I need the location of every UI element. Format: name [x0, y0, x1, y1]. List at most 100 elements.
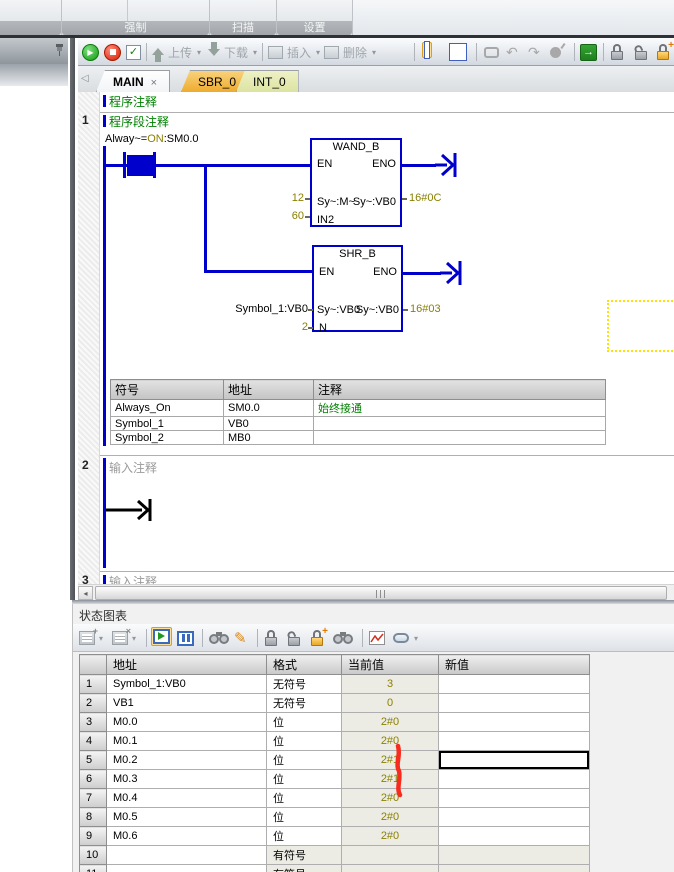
- status-cell-new[interactable]: [439, 732, 590, 751]
- status-cell-new[interactable]: [439, 751, 590, 770]
- format-header[interactable]: 格式: [267, 655, 342, 675]
- status-cell-fmt[interactable]: 位: [267, 732, 342, 751]
- symbol-cell-symbol[interactable]: Symbol_1: [111, 417, 224, 431]
- chart-status-on-button[interactable]: [151, 626, 172, 646]
- delete-row-button[interactable]: × ▾: [112, 628, 136, 648]
- insert-row-button[interactable]: + ▾: [79, 628, 103, 648]
- ladder-editor[interactable]: 程序注释 1 程序段注释 Alway~=ON:SM0.0 WAND_B EN E…: [78, 92, 674, 584]
- insert-row-dropdown-icon[interactable]: ▾: [99, 634, 103, 643]
- symbol-cell-address[interactable]: VB0: [224, 417, 314, 431]
- status-cell-fmt[interactable]: 位: [267, 789, 342, 808]
- status-cell-addr[interactable]: M0.0: [107, 713, 267, 732]
- ribbon-group-settings-label[interactable]: 设置: [277, 21, 352, 35]
- status-cell-addr[interactable]: [107, 865, 267, 872]
- network2-comment[interactable]: 输入注释: [109, 459, 157, 476]
- ribbon-group-status-label[interactable]: 态: [0, 21, 61, 35]
- delete-row-dropdown-icon[interactable]: ▾: [132, 634, 136, 643]
- status-cell-addr[interactable]: Symbol_1:VB0: [107, 675, 267, 694]
- force-button[interactable]: [610, 42, 624, 62]
- status-cell-cur[interactable]: 2#0: [342, 827, 439, 846]
- status-cell-cur[interactable]: [342, 846, 439, 865]
- bookmark-button[interactable]: [484, 42, 499, 62]
- empty-network-cursor-arrow[interactable]: [106, 497, 162, 523]
- status-cell-addr[interactable]: M0.4: [107, 789, 267, 808]
- force-all-button[interactable]: +: [310, 628, 324, 648]
- status-cell-addr[interactable]: [107, 846, 267, 865]
- wand-b-out-value[interactable]: 16#0C: [409, 192, 441, 204]
- status-cell-fmt[interactable]: 有符号: [267, 865, 342, 872]
- address-header[interactable]: 地址: [224, 380, 314, 400]
- tag-dropdown-icon[interactable]: ▾: [414, 634, 418, 643]
- status-cell-addr[interactable]: M0.1: [107, 732, 267, 751]
- ribbon-group-scan-label[interactable]: 扫描: [210, 21, 276, 35]
- program-comment[interactable]: 程序注释: [109, 93, 157, 110]
- scrollbar-left-arrow[interactable]: ◂: [78, 586, 93, 600]
- prev-bookmark-button[interactable]: ↶: [506, 42, 518, 62]
- run-button[interactable]: ▶: [82, 42, 99, 62]
- status-cell-fmt[interactable]: 有符号: [267, 846, 342, 865]
- network1-comment[interactable]: 程序段注释: [109, 113, 169, 130]
- unforce-button[interactable]: [287, 628, 301, 648]
- delete-dropdown-icon[interactable]: ▾: [372, 48, 376, 57]
- wand-b-in1-value[interactable]: 12: [226, 192, 304, 204]
- download-dropdown-icon[interactable]: ▾: [253, 48, 257, 57]
- trend-view-button[interactable]: [369, 628, 385, 648]
- ribbon-group-force-label[interactable]: 强制: [62, 21, 209, 35]
- tag-button[interactable]: ▾: [393, 628, 418, 648]
- clear-bookmarks-button[interactable]: [550, 42, 561, 62]
- status-cell-new[interactable]: [439, 846, 590, 865]
- symbol-cell-comment[interactable]: [314, 417, 606, 431]
- read-all-button[interactable]: [209, 628, 229, 648]
- scrollbar-thumb[interactable]: [95, 586, 667, 600]
- status-cell-fmt[interactable]: 位: [267, 808, 342, 827]
- status-cell-addr[interactable]: M0.5: [107, 808, 267, 827]
- editor-horizontal-scrollbar[interactable]: ◂: [78, 584, 674, 600]
- status-cell-cur[interactable]: 3: [342, 675, 439, 694]
- tab-int0[interactable]: INT_0: [236, 70, 299, 92]
- compile-button[interactable]: ✓: [126, 42, 141, 62]
- symbol-cell-symbol[interactable]: Symbol_2: [111, 431, 224, 445]
- status-cell-fmt[interactable]: 无符号: [267, 694, 342, 713]
- read-forced-button[interactable]: [333, 628, 353, 648]
- address-header[interactable]: 地址: [107, 655, 267, 675]
- next-bookmark-button[interactable]: ↷: [528, 42, 540, 62]
- tab-close-icon[interactable]: ×: [151, 77, 157, 89]
- status-cell-addr[interactable]: M0.2: [107, 751, 267, 770]
- status-cell-cur[interactable]: 2#0: [342, 713, 439, 732]
- status-cell-fmt[interactable]: 无符号: [267, 675, 342, 694]
- status-cell-new[interactable]: [439, 808, 590, 827]
- contact-energized-fill[interactable]: [127, 155, 153, 176]
- symbol-cell-comment[interactable]: 始终接通: [314, 400, 606, 417]
- status-cell-fmt[interactable]: 位: [267, 827, 342, 846]
- force-all-button[interactable]: +: [656, 42, 670, 62]
- status-cell-new[interactable]: [439, 865, 590, 872]
- status-cell-cur[interactable]: 2#1: [342, 770, 439, 789]
- status-cell-addr[interactable]: M0.3: [107, 770, 267, 789]
- status-cell-cur[interactable]: 2#0: [342, 808, 439, 827]
- symbol-header[interactable]: 符号: [111, 380, 224, 400]
- network3-comment[interactable]: 输入注释: [109, 573, 157, 584]
- upload-dropdown-icon[interactable]: ▾: [197, 48, 201, 57]
- pin-icon[interactable]: [55, 44, 64, 56]
- current-value-header[interactable]: 当前值: [342, 655, 439, 675]
- status-cell-addr[interactable]: M0.6: [107, 827, 267, 846]
- status-cell-fmt[interactable]: 位: [267, 770, 342, 789]
- status-cell-addr[interactable]: VB1: [107, 694, 267, 713]
- status-cell-new[interactable]: [439, 770, 590, 789]
- status-cell-fmt[interactable]: 位: [267, 713, 342, 732]
- status-cell-fmt[interactable]: 位: [267, 751, 342, 770]
- write-all-button[interactable]: ✎: [234, 628, 247, 648]
- insert-button[interactable]: 插入 ▾: [268, 42, 320, 62]
- comment-header[interactable]: 注释: [314, 380, 606, 400]
- symbol-cell-address[interactable]: SM0.0: [224, 400, 314, 417]
- goto-button[interactable]: →: [580, 42, 597, 62]
- status-cell-cur[interactable]: 2#0: [342, 789, 439, 808]
- panel-splitter[interactable]: [70, 38, 75, 600]
- chart-status-pause-button[interactable]: [177, 628, 194, 648]
- status-cell-new[interactable]: [439, 827, 590, 846]
- status-cell-new[interactable]: [439, 694, 590, 713]
- symbol-cell-address[interactable]: MB0: [224, 431, 314, 445]
- status-cell-new[interactable]: [439, 713, 590, 732]
- symbol-cell-symbol[interactable]: Always_On: [111, 400, 224, 417]
- status-cell-cur[interactable]: 2#1: [342, 751, 439, 770]
